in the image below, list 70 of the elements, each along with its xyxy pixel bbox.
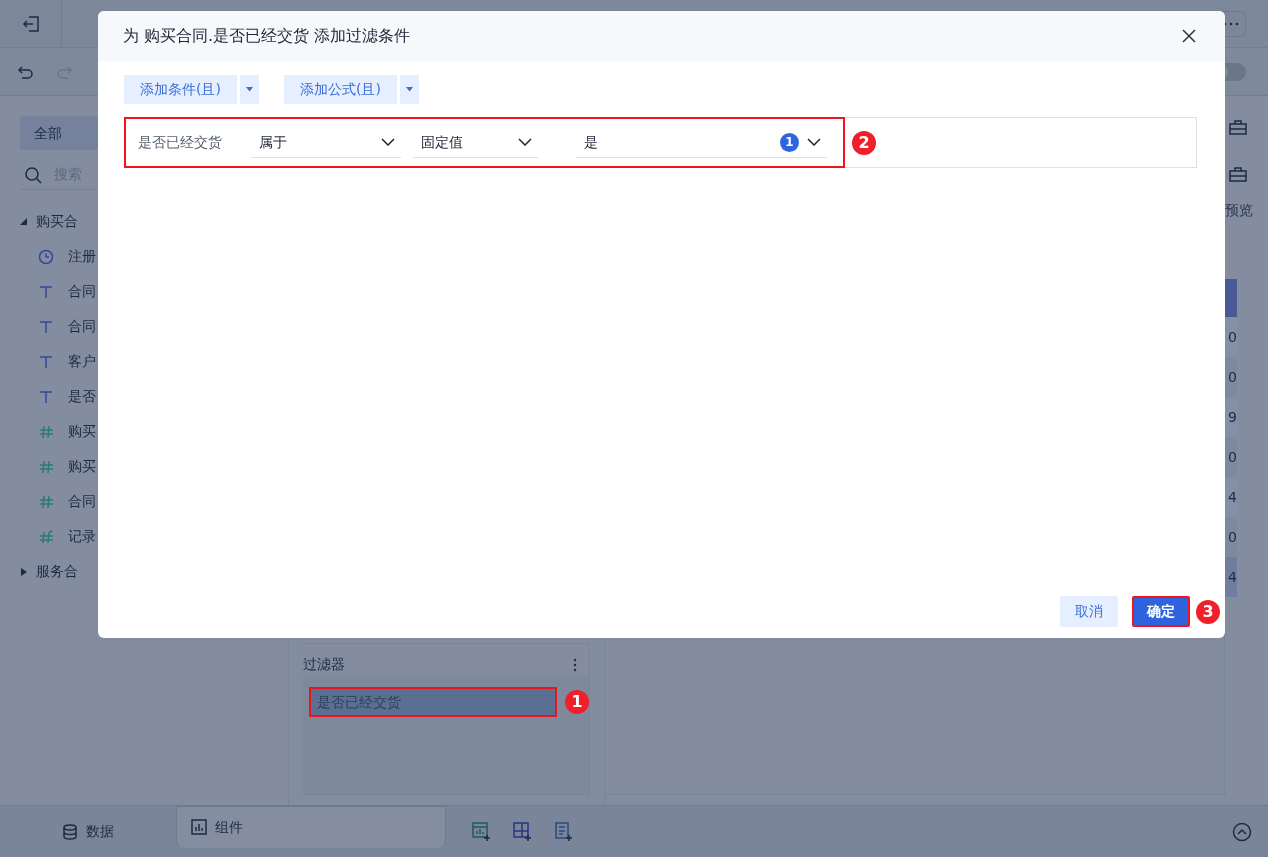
expanded-caret-icon[interactable] [20, 217, 28, 226]
hash-icon [38, 458, 54, 475]
value-select[interactable]: 是 1 [576, 127, 827, 158]
exit-icon[interactable] [21, 14, 40, 33]
briefcase-icon[interactable] [1229, 119, 1247, 135]
collapse-up-icon[interactable] [1232, 821, 1252, 842]
table-header [1225, 279, 1237, 317]
field-item[interactable]: 记录 [68, 526, 96, 547]
close-icon[interactable] [1181, 28, 1197, 44]
dialog-title: 为 购买合同.是否已经交货 添加过滤条件 [123, 25, 411, 47]
add-doc-icon[interactable] [554, 821, 573, 842]
undo-icon[interactable] [16, 63, 34, 80]
table-cell: 4 [1225, 477, 1237, 517]
bottom-tab[interactable]: 数据 [48, 810, 176, 853]
text-type-icon [38, 353, 54, 370]
field-item[interactable]: 合同 [68, 316, 96, 337]
caret-icon [405, 87, 413, 92]
category-tab[interactable]: 全部 [20, 116, 98, 150]
tree-node[interactable]: 购买合 [36, 211, 78, 232]
caret-icon [245, 87, 253, 92]
callout-badge: 2 [852, 130, 876, 155]
operator-select[interactable]: 属于 [251, 127, 401, 158]
table-cell: 0 [1225, 317, 1237, 357]
clock-icon [38, 248, 54, 265]
callout-badge: 1 [565, 690, 589, 714]
confirm-button[interactable]: 确定 [1132, 596, 1190, 627]
field-item[interactable]: 注册 [68, 246, 96, 267]
briefcase-icon[interactable] [1229, 166, 1247, 182]
add-condition-button[interactable]: 添加公式(且) [283, 75, 397, 104]
cancel-button[interactable]: 取消 [1060, 596, 1118, 627]
table-cell: 0 [1225, 517, 1237, 557]
tree-node[interactable]: 服务合 [36, 561, 78, 582]
count-badge: 1 [780, 132, 799, 152]
add-condition-button[interactable]: 添加条件(且) [124, 75, 237, 104]
hash-icon [38, 423, 54, 440]
hash-icon [38, 493, 54, 510]
text-type-icon [38, 283, 54, 300]
chevron-down-icon [381, 138, 395, 146]
field-item[interactable]: 合同 [68, 491, 96, 512]
text-type-icon [38, 388, 54, 405]
dropdown-toggle[interactable] [399, 75, 419, 104]
value-type-select[interactable]: 固定值 [413, 127, 538, 158]
search-icon [24, 165, 42, 184]
chevron-down-icon [518, 138, 532, 146]
table-cell: 0 [1225, 437, 1237, 477]
preview-label: 预览 [1225, 201, 1253, 220]
field-item[interactable]: 购买 [68, 456, 96, 477]
tab-label: 数据 [86, 822, 114, 841]
field-item[interactable]: 合同 [68, 281, 96, 302]
table-cell: 4 [1225, 557, 1237, 597]
callout-badge: 3 [1196, 599, 1220, 624]
field-item[interactable]: 购买 [68, 421, 96, 442]
bottom-tab[interactable]: 组件 [176, 805, 446, 848]
tab-label: 组件 [215, 817, 243, 837]
database-icon [62, 823, 78, 840]
panel-title: 过滤器 [303, 655, 345, 674]
table-cell: 9 [1225, 397, 1237, 437]
kebab-icon[interactable] [573, 657, 577, 672]
field-item[interactable]: 客户 [68, 351, 96, 372]
hash-icon [38, 528, 54, 545]
chart-icon [191, 819, 207, 835]
add-grid-icon[interactable] [513, 821, 532, 842]
chevron-down-icon [807, 138, 821, 146]
table-cell: 0 [1225, 357, 1237, 397]
dropdown-toggle[interactable] [239, 75, 259, 104]
collapsed-caret-icon[interactable] [20, 567, 28, 576]
field-item[interactable]: 是否 [68, 386, 96, 407]
add-chart-icon[interactable] [472, 821, 491, 842]
field-label: 是否已经交货 [138, 133, 223, 152]
text-type-icon [38, 318, 54, 335]
